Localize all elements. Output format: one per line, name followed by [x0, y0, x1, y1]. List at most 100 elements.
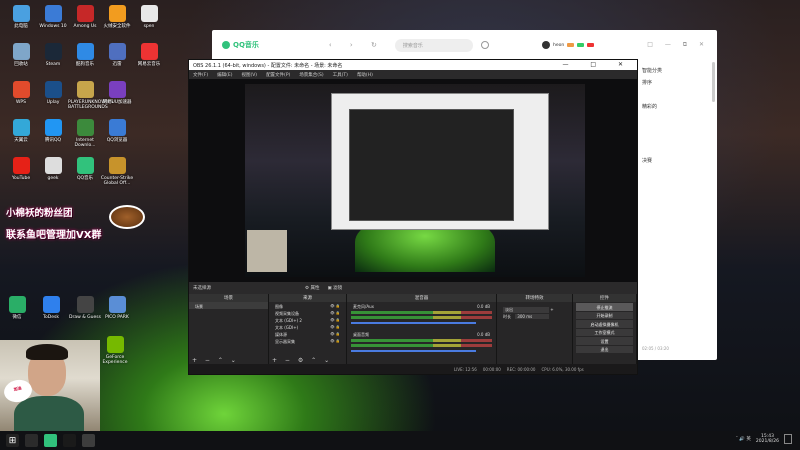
tray-icons[interactable]: ˆ 🔊 英: [736, 436, 751, 442]
avatar[interactable]: [542, 41, 550, 49]
obs-window[interactable]: OBS 26.1.1 (64-bit, windows) - 配置文件: 未命名…: [188, 59, 638, 375]
scene-controls[interactable]: + − ⌃ ⌄: [192, 357, 239, 364]
desktop-shortcut[interactable]: YouTube: [4, 157, 38, 181]
menu-item[interactable]: 场景集合(S): [299, 72, 323, 78]
control-button[interactable]: 设置: [576, 337, 633, 345]
taskbar-app-icon[interactable]: [82, 434, 95, 447]
desktop-shortcut[interactable]: 网易UU加速器: [100, 81, 134, 105]
shortcut-label: 微信: [12, 315, 22, 320]
menu-item[interactable]: 视图(V): [241, 72, 257, 78]
obs-statusbar: LIVE: 12:56 00:00:00 REC: 00:00:00 CPU: 6.0…: [189, 364, 637, 374]
taskbar-app-icon[interactable]: [25, 434, 38, 447]
source-item[interactable]: 显示器采集 👁 🔒: [269, 337, 346, 344]
volume-slider[interactable]: [351, 322, 476, 324]
properties-button[interactable]: ⚙ 属性: [305, 285, 319, 291]
desktop-shortcut[interactable]: 火绒安全软件: [100, 5, 134, 29]
desktop-shortcut[interactable]: spen: [132, 5, 166, 29]
desktop-shortcut[interactable]: Among Us: [68, 5, 102, 29]
taskbar-app-icon[interactable]: [44, 434, 57, 447]
visibility-lock-icon[interactable]: 👁 🔒: [330, 311, 340, 315]
desktop-shortcut[interactable]: ToDesk: [34, 296, 68, 320]
add-transition-button[interactable]: +: [550, 307, 553, 312]
transition-select[interactable]: 淡出: [503, 306, 549, 313]
desktop-shortcut[interactable]: 腾讯QQ: [36, 119, 70, 143]
source-name: 显示器采集: [275, 338, 295, 344]
desktop-shortcut[interactable]: geek: [36, 157, 70, 181]
vip-badge-icon: [567, 43, 575, 47]
sources-dock: 来源 图像 👁 🔒 视频采集设备 👁 🔒 文本 (GDI+) 2 👁 🔒 文本 (GDI+)…: [269, 294, 347, 366]
obs-preview[interactable]: [189, 79, 637, 282]
idm-icon: [76, 119, 94, 136]
webcam-overlay: 加油: [0, 340, 100, 436]
volume-slider[interactable]: [351, 350, 476, 352]
visibility-lock-icon[interactable]: 👁 🔒: [330, 318, 340, 322]
menu-item[interactable]: 配置文件(P): [266, 72, 290, 78]
webcam-person-body: [14, 396, 84, 436]
menu-item[interactable]: 工具(T): [333, 72, 348, 78]
control-button[interactable]: 退出: [576, 345, 633, 353]
control-button[interactable]: 开始录制: [576, 311, 633, 319]
shortcut-label: 酷狗音乐: [76, 62, 94, 67]
pubg-icon: [76, 81, 94, 98]
desktop-shortcut[interactable]: QQ音乐: [68, 157, 102, 181]
scenes-header: 场景: [189, 294, 268, 302]
qq-music-logo-icon: [222, 41, 230, 49]
filters-button[interactable]: ▣ 滤镜: [327, 285, 342, 291]
menu-item[interactable]: 编辑(E): [217, 72, 232, 78]
qq-music-nav-buttons[interactable]: ‹ › ↻: [329, 41, 385, 49]
desktop-shortcut[interactable]: PLAYERUNKNOWN'S BATTLEGROUNDS: [68, 81, 113, 110]
control-button[interactable]: 启动虚拟摄像机: [576, 320, 633, 328]
source-item[interactable]: 文本 (GDI+) 2 👁 🔒: [269, 316, 346, 323]
duration-input[interactable]: 300 ms: [515, 313, 550, 319]
taskbar-app-icon[interactable]: [63, 434, 76, 447]
visibility-lock-icon[interactable]: 👁 🔒: [330, 325, 340, 329]
desktop-shortcut[interactable]: Internet Downlo...: [68, 119, 102, 148]
desktop-shortcut[interactable]: Uplay: [36, 81, 70, 105]
desktop-shortcut[interactable]: 酷狗音乐: [68, 43, 102, 67]
desktop-shortcut[interactable]: GeForce Experience: [98, 336, 132, 365]
visibility-lock-icon[interactable]: 👁 🔒: [330, 332, 340, 336]
source-item[interactable]: 媒体源 👁 🔒: [269, 330, 346, 337]
qq-music-search-input[interactable]: 搜索音乐: [394, 38, 473, 52]
source-controls[interactable]: + − ⚙ ⌃ ⌄: [272, 357, 332, 364]
qq-music-user[interactable]: heon: [542, 41, 595, 49]
sources-list: 图像 👁 🔒 视频采集设备 👁 🔒 文本 (GDI+) 2 👁 🔒 文本 (GDI+) 👁 🔒…: [269, 302, 346, 344]
menu-item[interactable]: 文件(F): [193, 72, 208, 78]
visibility-lock-icon[interactable]: 👁 🔒: [330, 339, 340, 343]
desktop-shortcut[interactable]: Steam: [36, 43, 70, 67]
control-button[interactable]: 工作室模式: [576, 328, 633, 336]
filters-label: 滤镜: [333, 286, 343, 291]
desktop-shortcut[interactable]: 此电脑: [4, 5, 38, 29]
audio-meter: [351, 311, 492, 314]
desktop-shortcut[interactable]: Counter-Strike Global Off...: [100, 157, 134, 186]
desktop-shortcut[interactable]: QQ浏览器: [100, 119, 134, 143]
visibility-lock-icon[interactable]: 👁 🔒: [330, 304, 340, 308]
desktop-shortcut[interactable]: 迅雷: [100, 43, 134, 67]
start-button[interactable]: ⊞: [6, 434, 19, 447]
voice-search-icon[interactable]: [480, 41, 489, 49]
desktop-shortcut[interactable]: PICO PARK: [100, 296, 134, 320]
desktop-shortcut[interactable]: WPS: [4, 81, 38, 105]
source-item[interactable]: 视频采集设备 👁 🔒: [269, 309, 346, 316]
source-item[interactable]: 文本 (GDI+) 👁 🔒: [269, 323, 346, 330]
desktop-shortcut[interactable]: 微信: [0, 296, 34, 320]
notification-icon[interactable]: [784, 434, 792, 444]
menu-item[interactable]: 帮助(H): [357, 72, 373, 78]
taskbar-clock[interactable]: 15:43 2021/8/26: [756, 434, 779, 444]
desktop-shortcut[interactable]: 天翼云: [4, 119, 38, 143]
desktop-shortcut[interactable]: Windows 10: [36, 5, 70, 29]
desktop-shortcut[interactable]: 网易云音乐: [132, 43, 166, 67]
qq-music-window-controls[interactable]: □ — ⧉ ✕: [647, 41, 709, 49]
source-item[interactable]: 图像 👁 🔒: [269, 302, 346, 309]
desktop-shortcut[interactable]: Draw & Guess: [68, 296, 102, 320]
shortcut-label: YouTube: [11, 176, 31, 181]
properties-label: 属性: [310, 286, 320, 291]
shortcut-label: GeForce Experience: [102, 355, 128, 365]
obs-window-controls[interactable]: — □ ✕: [562, 61, 633, 68]
control-button[interactable]: 停止推流: [576, 303, 633, 311]
desktop-shortcut[interactable]: 回收站: [4, 43, 38, 67]
scene-item[interactable]: 场景: [189, 302, 268, 309]
qq-music-brand: QQ音乐: [233, 41, 259, 49]
qq-music-scrollbar[interactable]: [712, 62, 715, 102]
source-name: 视频采集设备: [275, 310, 299, 316]
